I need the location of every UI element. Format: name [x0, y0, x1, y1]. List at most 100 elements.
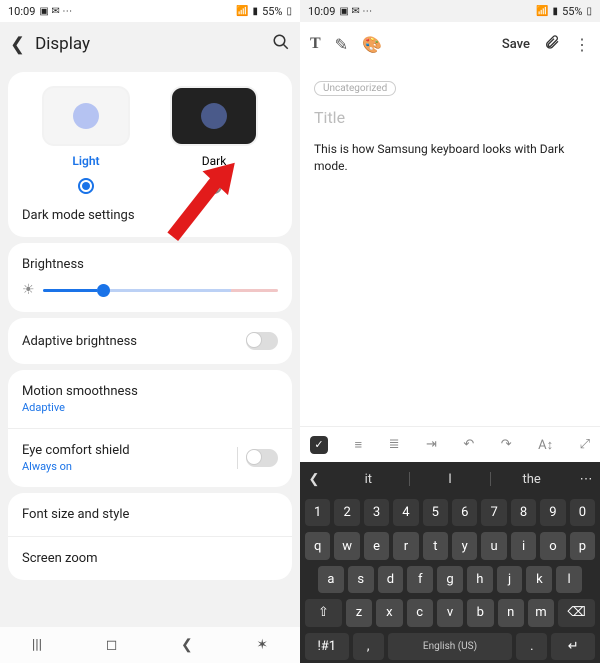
redo-icon[interactable]: ↷ — [501, 437, 512, 452]
key-v[interactable]: v — [437, 599, 463, 626]
recents-icon[interactable]: ||| — [32, 637, 42, 653]
category-pill[interactable]: Uncategorized — [314, 81, 396, 96]
adaptive-brightness-toggle[interactable] — [246, 332, 278, 350]
theme-card: Light Dark Dark mode settings — [8, 72, 292, 237]
key-y[interactable]: y — [452, 532, 477, 559]
key-h[interactable]: h — [467, 566, 493, 593]
keyboard-row-1: qwertyuiop — [300, 529, 600, 562]
key-x[interactable]: x — [376, 599, 402, 626]
status-bar-right: 10:09 ▣ ✉ ⋯ 📶 ▮ 55% ▯ — [300, 0, 600, 22]
light-theme-option[interactable]: Light — [42, 86, 130, 168]
key-o[interactable]: o — [540, 532, 565, 559]
key-9[interactable]: 9 — [540, 499, 565, 526]
dark-theme-option[interactable]: Dark — [170, 86, 258, 168]
checkbox-tool-icon[interactable]: ✓ — [310, 436, 328, 454]
settings-screen: 10:09 ▣ ✉ ⋯ 📶 ▮ 55% ▯ ❮ Display Light Da… — [0, 0, 300, 663]
eye-comfort-row[interactable]: Eye comfort shield Always on — [8, 428, 292, 487]
enter-key[interactable]: ↵ — [551, 633, 595, 660]
key-0[interactable]: 0 — [570, 499, 595, 526]
space-key[interactable]: English (US) — [388, 633, 513, 660]
keyboard-row-2: asdfghjkl — [300, 563, 600, 596]
suggestion-bar: ❮ it I the ⋯ — [300, 462, 600, 496]
key-k[interactable]: k — [526, 566, 552, 593]
search-icon[interactable] — [272, 33, 290, 55]
key-6[interactable]: 6 — [452, 499, 477, 526]
key-3[interactable]: 3 — [364, 499, 389, 526]
key-a[interactable]: a — [318, 566, 344, 593]
suggestion-expand-icon[interactable]: ❮ — [300, 472, 328, 487]
font-size-row[interactable]: Font size and style — [8, 493, 292, 536]
pen-tool-icon[interactable]: ✎ — [335, 35, 348, 54]
light-radio[interactable] — [78, 178, 94, 194]
key-b[interactable]: b — [467, 599, 493, 626]
key-g[interactable]: g — [437, 566, 463, 593]
undo-icon[interactable]: ↶ — [463, 437, 474, 452]
key-t[interactable]: t — [423, 532, 448, 559]
dark-thumb — [170, 86, 258, 146]
suggestion-more-icon[interactable]: ⋯ — [572, 472, 600, 487]
screen-zoom-row[interactable]: Screen zoom — [8, 536, 292, 580]
eye-comfort-toggle[interactable] — [246, 449, 278, 467]
dark-mode-settings-link[interactable]: Dark mode settings — [22, 208, 278, 223]
attach-icon[interactable] — [544, 34, 560, 54]
bullet-list-icon[interactable]: ≡ — [354, 437, 362, 453]
key-5[interactable]: 5 — [423, 499, 448, 526]
key-n[interactable]: n — [498, 599, 524, 626]
suggestion-1[interactable]: it — [328, 472, 409, 487]
key-e[interactable]: e — [364, 532, 389, 559]
android-nav-bar: ||| ◻ ❮ ✶ — [0, 627, 300, 663]
home-icon[interactable]: ◻ — [106, 637, 118, 653]
notes-toolbar: T ✎ 🎨 Save ⋮ — [300, 22, 600, 66]
comma-key[interactable]: , — [353, 633, 384, 660]
shift-key[interactable]: ⇧ — [305, 599, 342, 626]
status-time: 10:09 — [8, 5, 35, 18]
suggestion-2[interactable]: I — [410, 472, 491, 487]
key-1[interactable]: 1 — [305, 499, 330, 526]
key-4[interactable]: 4 — [393, 499, 418, 526]
text-tool-icon[interactable]: T — [310, 35, 321, 53]
key-f[interactable]: f — [407, 566, 433, 593]
more-icon[interactable]: ⋮ — [574, 35, 590, 54]
key-l[interactable]: l — [556, 566, 582, 593]
key-q[interactable]: q — [305, 532, 330, 559]
key-8[interactable]: 8 — [511, 499, 536, 526]
backspace-key[interactable]: ⌫ — [558, 599, 595, 626]
key-s[interactable]: s — [348, 566, 374, 593]
adaptive-brightness-row[interactable]: Adaptive brightness — [8, 318, 292, 364]
key-d[interactable]: d — [378, 566, 404, 593]
note-text[interactable]: This is how Samsung keyboard looks with … — [314, 141, 586, 176]
battery-pct-right: 55% — [562, 5, 582, 18]
accessibility-icon[interactable]: ✶ — [256, 637, 268, 653]
key-i[interactable]: i — [511, 532, 536, 559]
palette-icon[interactable]: 🎨 — [362, 35, 382, 54]
font-icon[interactable]: A↕ — [538, 437, 553, 453]
key-z[interactable]: z — [346, 599, 372, 626]
divider — [237, 447, 238, 469]
note-body: Uncategorized Title This is how Samsung … — [300, 66, 600, 426]
save-button[interactable]: Save — [502, 37, 530, 52]
signal-icon: 📶 — [536, 6, 548, 17]
brightness-label: Brightness — [22, 257, 278, 272]
period-key[interactable]: . — [516, 633, 547, 660]
key-u[interactable]: u — [481, 532, 506, 559]
key-p[interactable]: p — [570, 532, 595, 559]
key-j[interactable]: j — [497, 566, 523, 593]
key-w[interactable]: w — [334, 532, 359, 559]
expand-icon[interactable]: ⤢ — [580, 437, 590, 452]
motion-smoothness-row[interactable]: Motion smoothness Adaptive — [8, 370, 292, 428]
title-input[interactable]: Title — [314, 108, 586, 127]
symbols-key[interactable]: !#1 — [305, 633, 349, 660]
numbered-list-icon[interactable]: ≣ — [389, 437, 400, 452]
key-c[interactable]: c — [407, 599, 433, 626]
dark-radio[interactable] — [206, 178, 222, 194]
key-m[interactable]: m — [528, 599, 554, 626]
key-7[interactable]: 7 — [481, 499, 506, 526]
brightness-slider[interactable] — [43, 289, 278, 292]
indent-icon[interactable]: ⇥ — [426, 437, 437, 452]
suggestion-3[interactable]: the — [491, 472, 572, 487]
key-r[interactable]: r — [393, 532, 418, 559]
back-nav-icon[interactable]: ❮ — [181, 637, 193, 653]
back-icon[interactable]: ❮ — [10, 34, 25, 55]
key-2[interactable]: 2 — [334, 499, 359, 526]
dark-label: Dark — [170, 154, 258, 168]
